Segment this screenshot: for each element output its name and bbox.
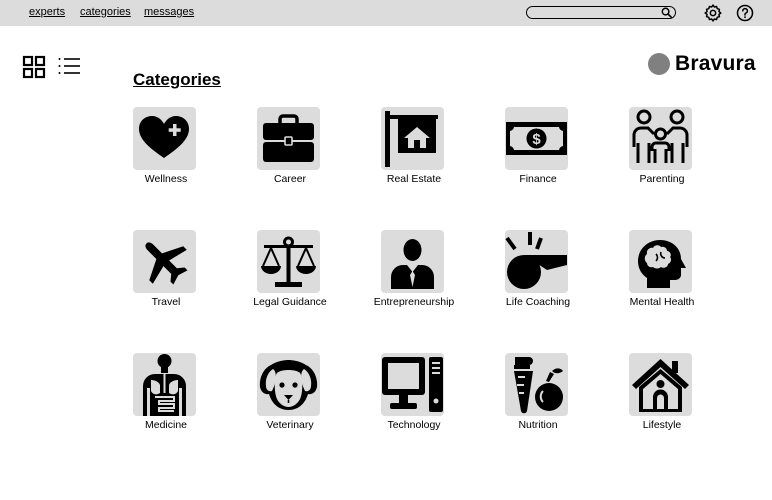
category-label: Entrepreneurship <box>373 296 455 308</box>
carrot-apple-icon <box>514 357 563 414</box>
tile-background <box>629 230 692 293</box>
category-label: Finance <box>519 173 557 185</box>
family-icon <box>632 109 689 163</box>
category-label: Mental Health <box>629 296 695 308</box>
tile-background <box>257 230 320 293</box>
category-label: Nutrition <box>518 419 558 431</box>
category-label: Veterinary <box>266 419 314 431</box>
grid-view-icon[interactable] <box>22 55 46 79</box>
category-label: Technology <box>387 419 441 431</box>
search-icon[interactable] <box>661 7 672 18</box>
category-label: Medicine <box>144 419 188 431</box>
svg-text:$: $ <box>532 131 541 148</box>
tile-background <box>133 230 196 293</box>
whistle-icon <box>505 232 567 289</box>
brand-name: Bravura <box>675 52 756 75</box>
airplane-icon <box>145 242 188 285</box>
scales-icon <box>261 236 316 287</box>
tile-background <box>257 107 320 170</box>
heart-plus-icon <box>139 116 189 158</box>
category-label: Career <box>273 173 307 185</box>
businessman-icon <box>391 239 434 289</box>
dog-icon <box>259 360 318 410</box>
tile-background <box>505 353 568 416</box>
logo-mark <box>648 53 670 75</box>
tile-background <box>381 107 444 170</box>
computer-icon <box>382 357 443 412</box>
money-bill-icon: $ <box>506 122 567 155</box>
list-view-icon[interactable] <box>57 55 81 79</box>
tile-background: $ <box>505 107 568 170</box>
head-brain-icon <box>638 240 686 288</box>
tile-background <box>257 353 320 416</box>
tile-background <box>505 230 568 293</box>
tile-background <box>629 353 692 416</box>
anatomy-icon <box>143 354 186 416</box>
top-bar: experts categories messages <box>0 0 772 26</box>
tile-background <box>133 107 196 170</box>
help-icon[interactable] <box>735 3 755 23</box>
category-label: Wellness <box>144 173 188 185</box>
tile-background <box>629 107 692 170</box>
brand-logo[interactable]: Bravura <box>648 52 756 76</box>
house-sign-icon <box>385 111 438 167</box>
briefcase-icon <box>263 114 314 162</box>
category-label: Real Estate <box>386 173 442 185</box>
category-label: Travel <box>151 296 181 308</box>
home-icon <box>632 359 689 412</box>
nav-link-categories[interactable]: categories <box>80 6 131 18</box>
tile-background <box>381 353 444 416</box>
page-title: Categories <box>133 70 221 89</box>
category-label: Parenting <box>639 173 685 185</box>
nav-link-messages[interactable]: messages <box>144 6 194 18</box>
category-label: Legal Guidance <box>253 296 327 308</box>
category-label: Life Coaching <box>505 296 571 308</box>
tile-background <box>381 230 444 293</box>
category-label: Lifestyle <box>642 419 682 431</box>
gear-icon[interactable] <box>703 3 723 23</box>
tile-background <box>133 353 196 416</box>
nav-link-experts[interactable]: experts <box>29 6 65 18</box>
search-input[interactable] <box>526 6 676 19</box>
